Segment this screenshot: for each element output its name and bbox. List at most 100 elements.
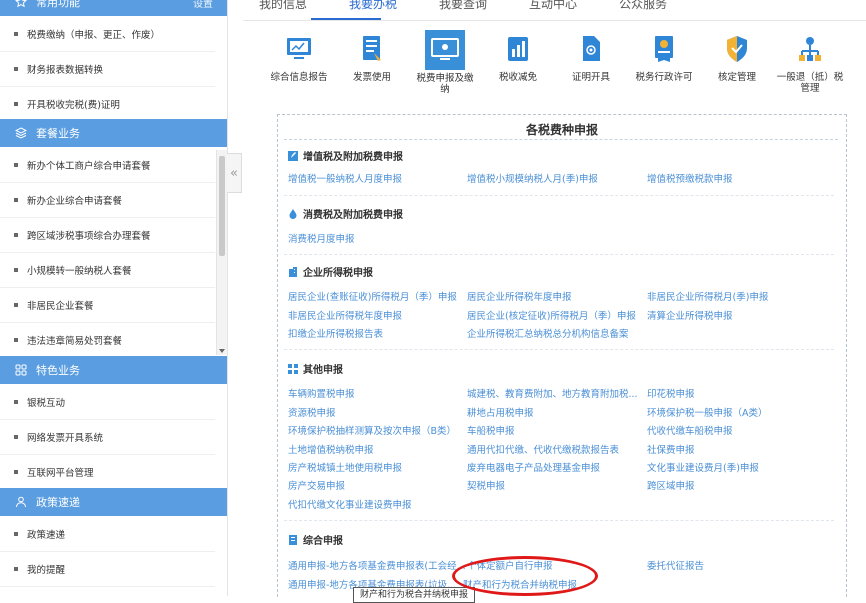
section-title: 套餐业务	[36, 127, 80, 140]
link-income[interactable]: 居民企业(核定征收)所得税月（季）申报	[467, 308, 636, 322]
link-other[interactable]: 房产交易申报	[288, 478, 345, 492]
sidebar-item-tax-certificate[interactable]: 开具税收完税(费)证明	[0, 86, 215, 122]
tab-tax-handling[interactable]: 我要办税	[349, 0, 397, 13]
section-header-policy[interactable]: 政策速递	[0, 488, 227, 516]
sidebar-item-policy[interactable]: 政策速递	[0, 516, 215, 552]
link-other[interactable]: 契税申报	[467, 478, 505, 492]
link-other[interactable]: 社保费申报	[647, 442, 695, 456]
link-other[interactable]: 资源税申报	[288, 405, 336, 419]
double-chevron-left-icon: «	[230, 165, 238, 181]
bullet-icon	[14, 197, 18, 202]
sidebar-item-package[interactable]: 违法违章简易处罚套餐	[0, 322, 215, 358]
section-header-common[interactable]: 常用功能 设置	[0, 0, 227, 16]
sidebar-item-package[interactable]: 小规模转一般纳税人套餐	[0, 252, 215, 288]
tooltip: 财产和行为税合并纳税申报	[353, 587, 476, 603]
sidebar-item-reminder[interactable]: 我的提醒	[0, 551, 215, 587]
service-assessment[interactable]: 核定管理	[702, 26, 772, 83]
link-income[interactable]: 非居民企业所得税月(季)申报	[647, 289, 768, 303]
link-other[interactable]: 通用代扣代缴、代收代缴税款报告表	[467, 442, 619, 456]
category-consumption: 消费税及附加税费申报	[288, 206, 403, 221]
section-header-package[interactable]: 套餐业务	[0, 119, 227, 147]
sidebar-item-tax-payment[interactable]: 税费缴纳（申报、更正、作废）	[0, 16, 215, 52]
bullet-icon	[14, 31, 18, 36]
sidebar-item-package[interactable]: 非居民企业套餐	[0, 287, 215, 323]
link-other[interactable]: 代收代缴车船税申报	[647, 423, 733, 437]
service-label: 税费申报及缴纳	[416, 73, 474, 95]
link-other[interactable]: 车辆购置税申报	[288, 386, 355, 400]
divider	[284, 349, 834, 351]
link-other[interactable]: 文化事业建设费月(季)申报	[647, 460, 759, 474]
settings-link[interactable]: 设置	[193, 0, 213, 10]
divider	[284, 254, 834, 256]
link-vat-small[interactable]: 增值税小规模纳税人月(季)申报	[467, 171, 598, 185]
link-other[interactable]: 代扣代缴文化事业建设费申报	[288, 497, 412, 511]
tab-my-info[interactable]: 我的信息	[259, 0, 307, 13]
link-comprehensive[interactable]: 委托代征报告	[647, 558, 704, 572]
sidebar-item-label: 新办个体工商户综合申请套餐	[27, 160, 151, 172]
section-title: 政策速递	[36, 496, 80, 509]
section-title: 特色业务	[36, 364, 80, 377]
service-certificate[interactable]: 证明开具	[556, 26, 626, 83]
link-income[interactable]: 居民企业所得税年度申报	[467, 289, 572, 303]
service-label: 税务行政许可	[635, 72, 693, 83]
bullet-icon	[14, 66, 18, 71]
bullet-icon	[14, 302, 18, 307]
link-vat-prepay[interactable]: 增值税预缴税款申报	[647, 171, 733, 185]
link-other[interactable]: 印花税申报	[647, 386, 695, 400]
link-other[interactable]: 废弃电器电子产品处理基金申报	[467, 460, 600, 474]
shield-icon	[720, 32, 754, 66]
sidebar-item-package[interactable]: 新办企业综合申请套餐	[0, 182, 215, 218]
scroll-down-icon[interactable]	[219, 349, 225, 353]
tax-declaration-panel: 各税费种申报 增值税及附加税费申报 增值税一般纳税人月度申报 增值税小规模纳税人…	[277, 114, 847, 597]
link-property-behavior-tax[interactable]: 财产和行为税合并纳税申报	[463, 577, 577, 591]
link-other[interactable]: 耕地占用税申报	[467, 405, 534, 419]
sidebar-item-label: 跨区域涉税事项综合办理套餐	[27, 230, 151, 242]
sidebar-item-special[interactable]: 银税互动	[0, 384, 215, 420]
service-refund[interactable]: 一般退（抵）税管理	[775, 26, 845, 94]
link-other[interactable]: 环境保护税一般申报（A类）	[647, 405, 768, 419]
sidebar-scrollbar[interactable]	[216, 150, 227, 355]
sidebar-item-report-conversion[interactable]: 财务报表数据转换	[0, 51, 215, 87]
sidebar-item-special[interactable]: 网络发票开具系统	[0, 419, 215, 455]
sidebar-item-package[interactable]: 新办个体工商户综合申请套餐	[0, 147, 215, 183]
bullet-icon	[14, 531, 18, 536]
link-income[interactable]: 扣缴企业所得税报告表	[288, 326, 383, 340]
tab-interaction[interactable]: 互动中心	[529, 0, 577, 13]
tab-query[interactable]: 我要查询	[439, 0, 487, 13]
collapse-sidebar-button[interactable]: «	[227, 153, 242, 193]
sidebar-item-label: 银税互动	[27, 397, 66, 409]
section-header-special[interactable]: 特色业务	[0, 356, 227, 384]
service-tax-declaration[interactable]: 税费申报及缴纳	[410, 26, 480, 95]
scrollbar-thumb[interactable]	[219, 156, 225, 256]
category-title: 企业所得税申报	[303, 268, 373, 279]
link-other[interactable]: 跨区域申报	[647, 478, 695, 492]
tab-divider	[243, 20, 866, 21]
service-info-report[interactable]: 综合信息报告	[264, 26, 334, 83]
link-income[interactable]: 居民企业(查账征收)所得税月（季）申报	[288, 289, 457, 303]
service-admin-license[interactable]: 税务行政许可	[629, 26, 699, 83]
sidebar-item-label: 违法违章简易处罚套餐	[27, 335, 123, 347]
bullet-icon	[14, 267, 18, 272]
link-other[interactable]: 车船税申报	[467, 423, 515, 437]
link-comprehensive[interactable]: 通用申报-地方各项基金费申报表(工会经...	[288, 558, 466, 572]
link-income[interactable]: 企业所得税汇总纳税总分机构信息备案	[467, 326, 629, 340]
certificate-icon	[574, 32, 608, 66]
link-consumption-monthly[interactable]: 消费税月度申报	[288, 231, 355, 245]
link-other[interactable]: 城建税、教育费附加、地方教育附加税...	[467, 386, 638, 400]
sidebar-item-package[interactable]: 跨区域涉税事项综合办理套餐	[0, 217, 215, 253]
link-other[interactable]: 土地增值税纳税申报	[288, 442, 374, 456]
link-vat-general[interactable]: 增值税一般纳税人月度申报	[288, 171, 402, 185]
link-other[interactable]: 房产税城镇土地使用税申报	[288, 460, 402, 474]
tab-public-service[interactable]: 公众服务	[619, 0, 667, 13]
link-comprehensive[interactable]: 个体定额户自行申报	[467, 558, 553, 572]
category-other: 其他申报	[288, 361, 343, 376]
sidebar-item-special[interactable]: 互联网平台管理	[0, 454, 215, 490]
link-income[interactable]: 非居民企业所得税年度申报	[288, 308, 402, 322]
main-content: 我的信息 我要办税 我要查询 互动中心 公众服务 综合信息报告 发票使用 税费申…	[243, 0, 866, 597]
category-title: 消费税及附加税费申报	[303, 210, 403, 221]
link-other[interactable]: 环境保护税抽样测算及按次申报（B类）	[288, 423, 456, 437]
link-income[interactable]: 清算企业所得税申报	[647, 308, 733, 322]
service-invoice[interactable]: 发票使用	[337, 26, 407, 83]
star-icon	[14, 0, 28, 9]
service-tax-relief[interactable]: 税收减免	[483, 26, 553, 83]
